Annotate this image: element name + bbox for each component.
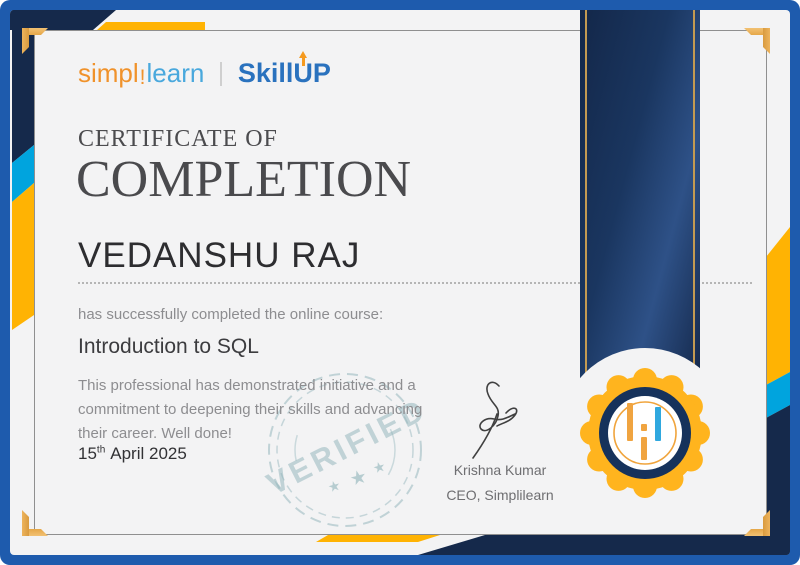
badge-mark-bar-middle xyxy=(641,437,647,460)
simplilearn-skillup-logo: simpl!learn SkillU P xyxy=(78,51,331,89)
badge-mark-bar-left xyxy=(627,403,633,441)
logo-divider xyxy=(219,62,222,86)
ribbon-pinstripe-right xyxy=(693,10,695,395)
logo-skillup: SkillU P xyxy=(237,51,331,89)
signer-name: Krishna Kumar xyxy=(453,462,547,478)
certificate-inner: VERIFIED ★ ★ ★ simpl!learn SkillU P CERTI… xyxy=(10,10,790,555)
signature-scribble xyxy=(472,381,518,459)
gold-corner-bracket-top-left xyxy=(22,28,48,54)
logo-p-text: P xyxy=(312,58,331,88)
certificate-page: VERIFIED ★ ★ ★ simpl!learn SkillU P CERTI… xyxy=(0,0,800,565)
logo-u-with-arrow: U xyxy=(293,51,313,89)
badge-mark-dot xyxy=(641,424,647,431)
date-ordinal: th xyxy=(96,444,106,456)
description-text: This professional has demonstrated initi… xyxy=(78,377,423,442)
ribbon-pinstripe-left xyxy=(585,10,587,395)
completion-text: has successfully completed the online co… xyxy=(78,306,384,323)
signer-title: CEO, Simplilearn xyxy=(446,487,554,503)
logo-learn: learn xyxy=(146,58,205,88)
date-day: 15 xyxy=(78,444,97,463)
course-name: Introduction to SQL xyxy=(78,335,259,358)
date-month-year: April 2025 xyxy=(110,444,187,463)
logo-separator: ! xyxy=(139,66,146,89)
badge-mark-bar-right xyxy=(655,407,661,441)
certificate-of-heading: CERTIFICATE OF xyxy=(78,126,278,152)
ribbon xyxy=(580,10,700,395)
gold-corner-bracket-top-right xyxy=(744,28,770,54)
up-arrow-icon xyxy=(299,51,308,66)
medal-badge xyxy=(580,368,710,498)
completion-heading: COMPLETION xyxy=(76,151,412,208)
recipient-name: VEDANSHU RAJ xyxy=(78,236,361,275)
gold-corner-bracket-bottom-right xyxy=(744,510,770,536)
completion-date: 15th April 2025 xyxy=(78,444,187,464)
gold-corner-bracket-bottom-left xyxy=(22,510,48,536)
logo-skill-text: Skill xyxy=(237,58,294,88)
logo-simpl: simpl xyxy=(78,58,139,88)
